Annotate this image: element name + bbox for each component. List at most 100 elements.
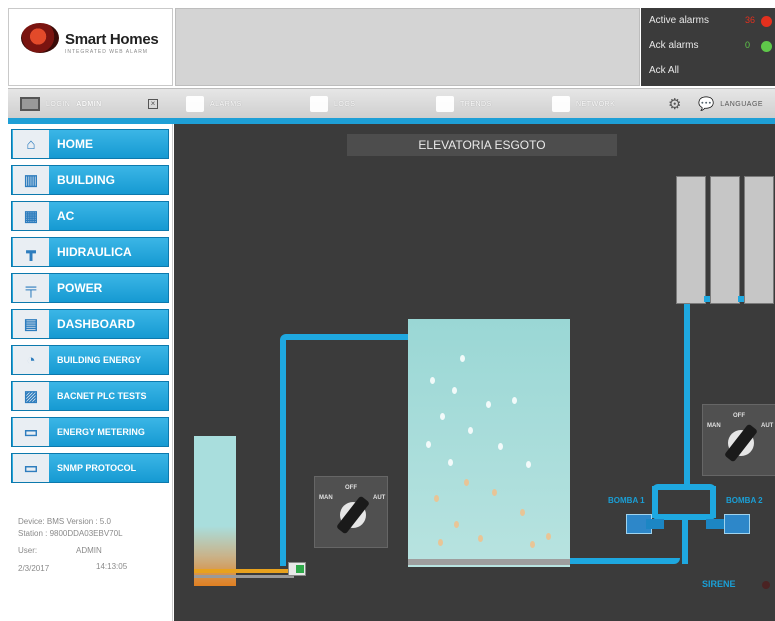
header-panel <box>175 8 640 86</box>
current-user-label: ADMIN <box>76 100 102 108</box>
bubble <box>520 509 525 516</box>
active-alarms-count: 36 <box>745 15 756 25</box>
bubble <box>546 533 551 540</box>
energy-icon: ◔ <box>13 346 49 374</box>
login-label: LOGIN <box>46 100 71 108</box>
wet-well-tank <box>408 319 570 567</box>
toolbar-network-label: NETWORK <box>576 100 616 108</box>
toolbar-language[interactable]: 💬 LANGUAGE <box>698 89 763 119</box>
sidebar-item-bacnet[interactable]: ▨ BACNET PLC TESTS <box>11 381 169 411</box>
selector-off-label: OFF <box>733 413 745 419</box>
pump-2-valve <box>706 519 724 529</box>
riser-pipe <box>280 340 286 566</box>
inlet-base <box>194 575 294 578</box>
active-alarm-led-icon <box>761 16 772 27</box>
document-icon <box>310 96 328 112</box>
pump-2[interactable] <box>724 514 750 534</box>
sidebar-item-building[interactable]: ▥ BUILDING <box>11 165 169 195</box>
bubble <box>460 355 465 362</box>
toolbar-alarms[interactable]: ALARMS <box>186 89 242 119</box>
toolbar-trends[interactable]: TRENDS <box>436 89 492 119</box>
bubble <box>512 397 517 404</box>
selector-man-label: MAN <box>707 423 721 429</box>
date-value: 2/3/2017 <box>18 564 50 573</box>
bubble <box>452 387 457 394</box>
sidebar-item-power[interactable]: ╤ POWER <box>11 273 169 303</box>
sidebar-item-label: ENERGY METERING <box>57 427 145 437</box>
filter-link <box>738 296 744 302</box>
sidebar-item-label: BUILDING <box>57 173 115 187</box>
login-button[interactable]: LOGIN ADMIN <box>20 89 102 119</box>
alarm-summary: Active alarms 36 Ack alarms 0 Ack All <box>641 8 775 86</box>
sidebar-item-hidraulica[interactable]: ┳ HIDRAULICA <box>11 237 169 267</box>
vertical-main-pipe <box>684 304 690 486</box>
ack-all-button[interactable]: Ack All <box>649 64 679 78</box>
toolbar-logs[interactable]: LOGS <box>310 89 355 119</box>
bubble <box>440 413 445 420</box>
siren-status-icon <box>762 581 770 589</box>
sidebar-item-label: BUILDING ENERGY <box>57 355 142 365</box>
logout-button[interactable]: × <box>148 89 158 119</box>
user-label: User: <box>18 546 38 555</box>
settings-button[interactable]: ⚙ <box>668 89 681 119</box>
filter-3 <box>744 176 774 304</box>
page-title: ELEVATORIA ESGOTO <box>347 134 617 156</box>
manifold-right <box>710 486 716 518</box>
logo-text: Smart Homes <box>65 31 159 48</box>
logo: Smart Homes INTEGRATED WEB ALARM <box>8 8 173 86</box>
ack-alarm-led-icon <box>761 41 772 52</box>
power-tower-icon: ╤ <box>13 274 49 302</box>
sidebar-item-dashboard[interactable]: ▤ DASHBOARD <box>11 309 169 339</box>
user-value: ADMIN <box>76 546 102 555</box>
faucet-icon: ┳ <box>13 238 49 266</box>
speech-icon: 💬 <box>698 96 715 111</box>
ac-unit-icon: ▦ <box>13 202 49 230</box>
selector-switch-2[interactable]: OFF MAN AUT <box>702 404 775 476</box>
valve-status-icon <box>296 565 304 573</box>
bubble <box>430 377 435 384</box>
active-alarms-row[interactable]: Active alarms <box>649 14 709 28</box>
ack-alarms-row[interactable]: Ack alarms <box>649 39 698 53</box>
discharge-pipe <box>570 558 680 564</box>
filter-2 <box>710 176 740 304</box>
sidebar-item-snmp[interactable]: ▭ SNMP PROTOCOL <box>11 453 169 483</box>
ack-alarms-count: 0 <box>745 40 751 50</box>
sidebar-item-ac[interactable]: ▦ AC <box>11 201 169 231</box>
sidebar-item-label: HIDRAULICA <box>57 245 132 259</box>
manifold-left <box>652 486 658 518</box>
feed-pipe <box>280 334 414 340</box>
bubble <box>426 441 431 448</box>
dashboard-icon: ▤ <box>13 310 49 338</box>
pump-2-label: BOMBA 2 <box>726 496 763 505</box>
selector-off-label: OFF <box>345 485 357 491</box>
discharge-riser <box>682 519 688 564</box>
bms-window: Smart Homes INTEGRATED WEB ALARM Active … <box>0 0 775 621</box>
pump-1-valve <box>646 519 664 529</box>
bubble <box>526 461 531 468</box>
station-info: Station : 9800DDA03EBV70L <box>18 529 123 538</box>
inlet-valve[interactable] <box>288 562 306 576</box>
sidebar-item-label: POWER <box>57 281 103 295</box>
login-icon <box>20 97 40 111</box>
building-icon: ▥ <box>13 166 49 194</box>
meter-icon: ▭ <box>13 418 49 446</box>
sidebar-item-home[interactable]: ⌂ HOME <box>11 129 169 159</box>
tank-floor <box>408 559 570 565</box>
bacnet-icon: ▨ <box>13 382 49 410</box>
filter-1 <box>676 176 706 304</box>
bubble <box>464 479 469 486</box>
selector-switch-1[interactable]: OFF MAN AUT <box>314 476 388 548</box>
toolbar-network[interactable]: NETWORK <box>552 89 615 119</box>
sidebar-item-building-energy[interactable]: ◔ BUILDING ENERGY <box>11 345 169 375</box>
bubble <box>468 427 473 434</box>
sidebar: ⌂ HOME ▥ BUILDING ▦ AC ┳ HIDRAULICA ╤ PO… <box>8 124 173 621</box>
sidebar-item-label: DASHBOARD <box>57 317 135 331</box>
toolbar-trends-label: TRENDS <box>460 100 492 108</box>
bubble <box>454 521 459 528</box>
sidebar-item-energy-metering[interactable]: ▭ ENERGY METERING <box>11 417 169 447</box>
close-icon: × <box>148 99 158 109</box>
bubble <box>448 459 453 466</box>
ack-alarms-label: Ack alarms <box>649 40 699 51</box>
synoptic-canvas: ELEVATORIA ESGOTO OFF MAN AUT BOMBA 1 BO… <box>174 124 775 621</box>
bubble <box>530 541 535 548</box>
